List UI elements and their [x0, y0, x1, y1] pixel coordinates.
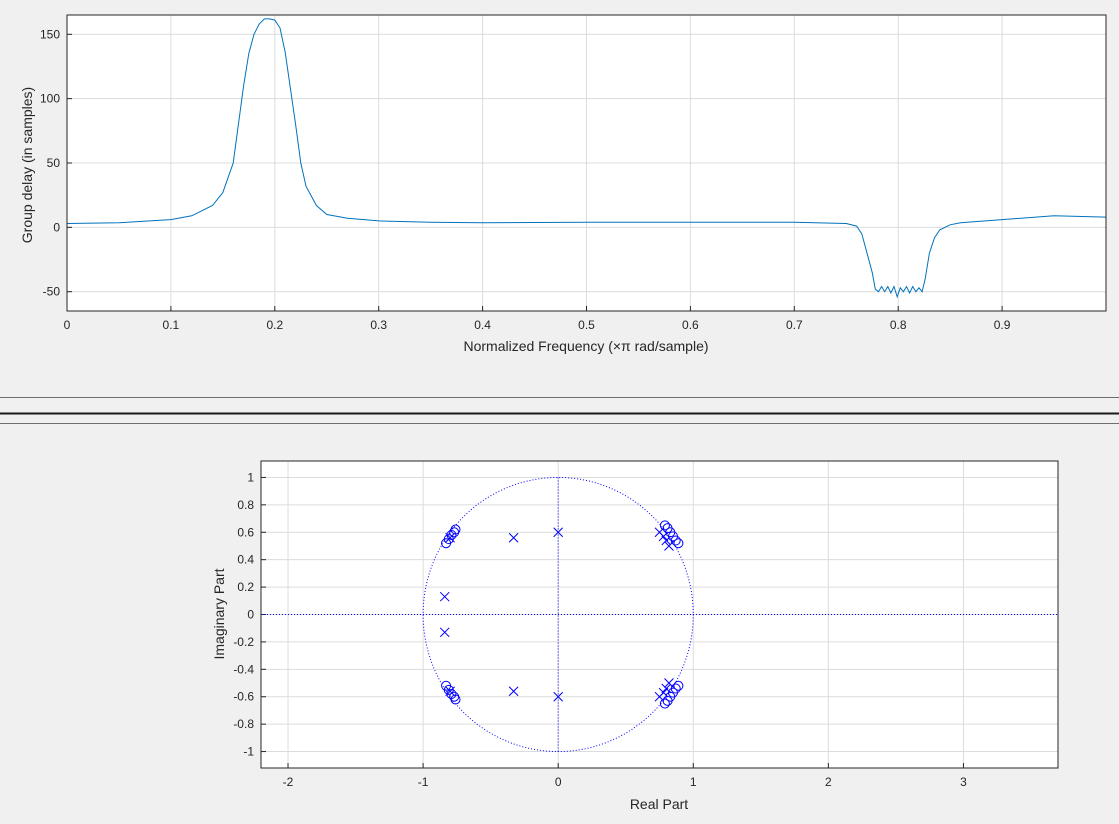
y-tick-label: 0.4: [237, 553, 254, 567]
x-tick-label: 0.5: [578, 318, 595, 332]
x-tick-label: -2: [283, 775, 294, 789]
y-tick-label: 0: [247, 608, 254, 622]
group-delay-axes: 0 0.1 0.2 0.3 0.4 0.5 0.6 0.7 0.8 0.9 150 100 50 0 -5…: [19, 14, 1107, 354]
y-tick-label: 0: [53, 220, 60, 234]
x-tick-label: 3: [960, 775, 967, 789]
y-tick-label: -0.8: [233, 717, 254, 731]
x-tick-label: 0.1: [163, 318, 180, 332]
x-tick-label: 0.6: [682, 318, 699, 332]
x-tick-label: 0: [555, 775, 562, 789]
group-delay-y-label: Group delay (in samples): [19, 87, 35, 243]
x-tick-label: 0.9: [994, 318, 1011, 332]
y-tick-label: 0.6: [237, 525, 254, 539]
pole-zero-y-label: Imaginary Part: [211, 568, 227, 659]
y-tick-label: -0.2: [233, 635, 254, 649]
y-tick-label: -0.6: [233, 690, 254, 704]
x-tick-label: 0.3: [370, 318, 387, 332]
x-tick-label: 2: [825, 775, 832, 789]
pole-zero-axes: -2 -1 0 1 2 3 1 0.8 0.6 0.4 0.2 0 -0.2 -0.4 -0.6 -0.8 -…: [211, 460, 1059, 812]
panel-divider: [0, 397, 1119, 424]
y-tick-label: 0.8: [237, 498, 254, 512]
y-tick-label: 150: [40, 27, 60, 41]
y-tick-label: -50: [43, 285, 61, 299]
x-tick-label: 1: [690, 775, 697, 789]
x-tick-label: 0.8: [890, 318, 907, 332]
group-delay-x-label: Normalized Frequency (×π rad/sample): [463, 338, 708, 354]
x-tick-label: 0.4: [474, 318, 491, 332]
y-tick-label: 100: [40, 92, 60, 106]
x-tick-label: 0.7: [786, 318, 803, 332]
figure-window: 0 0.1 0.2 0.3 0.4 0.5 0.6 0.7 0.8 0.9 150 100 50 0 -5…: [0, 0, 1119, 819]
x-tick-label: 0.2: [266, 318, 283, 332]
x-tick-label: 0: [64, 318, 71, 332]
y-tick-label: -1: [243, 745, 254, 759]
pole-zero-x-label: Real Part: [630, 796, 688, 812]
y-tick-label: -0.4: [233, 662, 254, 676]
y-tick-label: 50: [47, 156, 61, 170]
x-tick-label: -1: [418, 775, 429, 789]
y-tick-label: 0.2: [237, 580, 254, 594]
y-tick-label: 1: [247, 470, 254, 484]
